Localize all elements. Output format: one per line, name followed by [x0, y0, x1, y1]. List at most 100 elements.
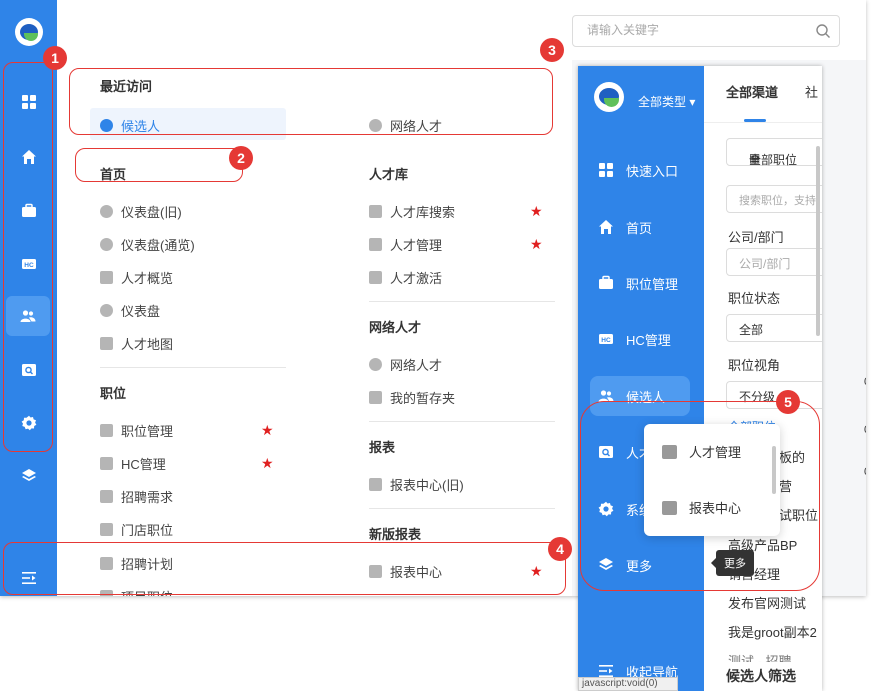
- clipboard-icon: [100, 489, 113, 503]
- annotation-box-5: [580, 401, 820, 591]
- menu-item-label: 人才概览: [121, 270, 174, 286]
- menu-item-dashboard-overview[interactable]: 仪表盘(通览): [100, 234, 195, 254]
- divider: [704, 122, 822, 123]
- menu-item-label: 人才管理: [390, 237, 443, 253]
- briefcase-icon: [599, 275, 613, 289]
- type-selector-label: 全部类型: [638, 95, 687, 109]
- type-selector[interactable]: 全部类型 ▾: [638, 93, 695, 110]
- globe-icon: [369, 357, 382, 371]
- menu-item-label: 人才激活: [390, 270, 443, 286]
- favorite-star-icon[interactable]: ★: [261, 456, 274, 470]
- annotation-badge-5: 5: [776, 390, 800, 414]
- nav-label: 快速入口: [626, 163, 679, 179]
- tab-all-channels[interactable]: 全部渠道: [726, 82, 778, 101]
- quick-entry-icon: [599, 163, 613, 177]
- map-person-icon: [100, 336, 113, 350]
- edge-text: 0: [864, 424, 866, 436]
- annotation-box-2: [75, 148, 243, 182]
- divider: [100, 367, 286, 368]
- browser-status-bar: javascript:void(0): [578, 677, 678, 691]
- favorite-star-icon[interactable]: ★: [261, 423, 274, 437]
- annotation-badge-4: 4: [548, 537, 572, 561]
- edge-text: 0: [864, 466, 866, 478]
- layers-icon[interactable]: [0, 456, 57, 496]
- popup-content: 全部渠道 社 ▦ 全部职位 搜索职位，支持 公司/部门 公司/部门 职位状态 全…: [704, 66, 822, 691]
- tab-social[interactable]: 社: [805, 82, 818, 101]
- favorite-star-icon[interactable]: ★: [530, 237, 543, 251]
- menu-item-dashboard-old[interactable]: 仪表盘(旧): [100, 201, 182, 221]
- menu-item-recruit-demand[interactable]: 招聘需求: [100, 486, 173, 506]
- popup-nav-hc[interactable]: HC HC管理: [578, 319, 704, 359]
- folder-icon: [369, 390, 382, 404]
- nav-label: 职位管理: [626, 276, 679, 292]
- menu-item-my-folder[interactable]: 我的暂存夹: [369, 387, 455, 407]
- menu-item-talent-search[interactable]: 人才库搜索: [369, 201, 455, 221]
- position-list-item[interactable]: 发布官网测试: [728, 593, 806, 612]
- person-icon: [100, 270, 113, 284]
- new-reports-title: 新版报表: [369, 527, 422, 542]
- menu-item-talent-activation[interactable]: 人才激活: [369, 267, 442, 287]
- menu-item-position-management[interactable]: 职位管理: [100, 420, 173, 440]
- popup-window: 全部类型 ▾ 快速入口 首页 职位管理 HC HC管理 候选人 人才 系统 更多…: [578, 66, 822, 691]
- menu-item-label: 报表中心(旧): [390, 477, 464, 493]
- menu-item-dashboard[interactable]: 仪表盘: [100, 300, 160, 320]
- card-icon: [369, 237, 382, 251]
- divider: [369, 421, 555, 422]
- menu-item-label: 人才地图: [121, 336, 174, 352]
- menu-item-label: 招聘需求: [121, 489, 174, 505]
- menu-item-talent-overview[interactable]: 人才概览: [100, 267, 173, 287]
- dashboard-icon: [100, 303, 113, 317]
- menu-item-label: 仪表盘(通览): [121, 237, 195, 253]
- annotation-box-3: [69, 68, 553, 135]
- menu-item-label: 网络人才: [390, 357, 443, 373]
- popup-nav-quick-entry[interactable]: 快速入口: [578, 150, 704, 190]
- caret-down-icon: ▾: [689, 95, 696, 109]
- position-list-item[interactable]: 我是groot副本2: [728, 622, 817, 641]
- menu-item-label: 仪表盘(旧): [121, 204, 182, 220]
- menu-item-label: 仪表盘: [121, 303, 161, 319]
- annotation-box-1: [3, 62, 53, 452]
- scrollbar-thumb[interactable]: [816, 146, 820, 336]
- home-icon: [599, 220, 613, 234]
- menu-item-hc-management[interactable]: HC管理: [100, 453, 166, 473]
- menu-item-report-center-old[interactable]: 报表中心(旧): [369, 474, 464, 494]
- menu-item-store-position[interactable]: 门店职位: [100, 519, 173, 539]
- menu-item-network-talent[interactable]: 网络人才: [369, 354, 442, 374]
- all-positions-button[interactable]: ▦ 全部职位: [726, 138, 822, 167]
- network-talent-title: 网络人才: [369, 320, 422, 335]
- company-placeholder: 公司/部门: [739, 257, 791, 271]
- menu-item-label: 职位管理: [121, 423, 174, 439]
- annotation-badge-3: 3: [540, 38, 564, 62]
- company-input[interactable]: 公司/部门: [726, 248, 822, 276]
- search-icon[interactable]: [815, 23, 831, 39]
- reports-title: 报表: [369, 440, 396, 455]
- annotation-badge-2: 2: [229, 146, 253, 170]
- annotation-badge-1: 1: [43, 46, 67, 70]
- menu-item-label: HC管理: [121, 456, 166, 472]
- status-select[interactable]: 全部: [726, 314, 822, 342]
- app-logo: [15, 18, 43, 46]
- position-title: 职位: [100, 386, 127, 401]
- popup-nav-rail: 全部类型 ▾ 快速入口 首页 职位管理 HC HC管理 候选人 人才 系统 更多…: [578, 66, 704, 691]
- popup-nav-home[interactable]: 首页: [578, 207, 704, 247]
- nav-label: HC管理: [626, 332, 671, 348]
- position-search-placeholder: 搜索职位，支持: [739, 195, 816, 207]
- menu-item-label: 人才库搜索: [390, 204, 456, 220]
- search-box[interactable]: [572, 15, 840, 47]
- dashboard-icon: [100, 204, 113, 218]
- popup-nav-position[interactable]: 职位管理: [578, 263, 704, 303]
- favorite-star-icon[interactable]: ★: [530, 204, 543, 218]
- candidate-filter-title: 候选人筛选: [726, 668, 796, 684]
- menu-item-talent-map[interactable]: 人才地图: [100, 333, 173, 353]
- app-logo: [594, 82, 624, 112]
- view-label: 职位视角: [728, 358, 781, 373]
- search-input[interactable]: [587, 23, 807, 37]
- card-icon: [369, 270, 382, 284]
- briefcase-icon: [100, 423, 113, 437]
- position-search-input[interactable]: 搜索职位，支持: [726, 185, 822, 213]
- hc-icon: HC: [599, 334, 613, 344]
- company-label: 公司/部门: [728, 230, 784, 245]
- status-value: 全部: [739, 323, 764, 337]
- svg-text:HC: HC: [601, 337, 611, 344]
- menu-item-talent-management[interactable]: 人才管理: [369, 234, 442, 254]
